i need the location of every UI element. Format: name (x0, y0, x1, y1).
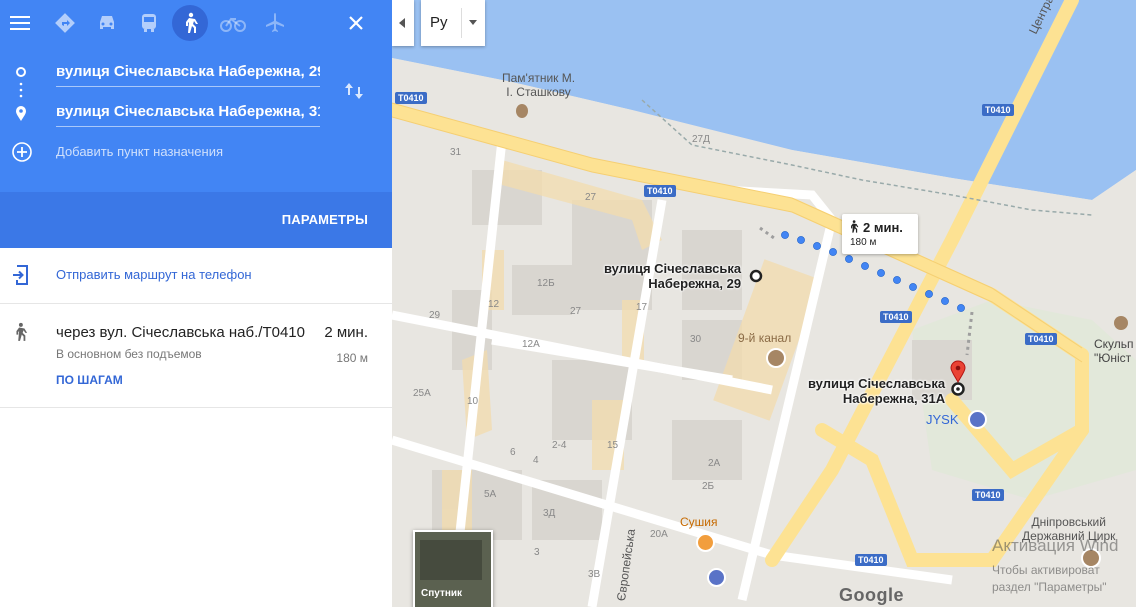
transit-icon[interactable] (131, 5, 167, 41)
send-to-phone-row[interactable]: Отправить маршрут на телефон (0, 248, 392, 304)
activation-watermark-line2: раздел "Параметры" (992, 580, 1107, 594)
house-number: 17 (636, 302, 648, 313)
shopping-icon-2[interactable] (707, 568, 726, 587)
directions-panel: вулиця Січеславська Набережна, 29, вулиц… (0, 0, 392, 607)
send-to-phone-icon (11, 264, 31, 291)
flight-icon[interactable] (257, 5, 293, 41)
walking-icon[interactable] (172, 5, 208, 41)
satellite-toggle[interactable]: Спутник (413, 530, 493, 607)
car-icon[interactable] (89, 5, 125, 41)
menu-icon[interactable] (2, 5, 38, 41)
walking-icon (12, 320, 28, 349)
sculpture-icon[interactable] (1114, 316, 1128, 330)
house-number: 27 (570, 306, 582, 317)
canal-label: 9-й канал (738, 331, 792, 345)
route-via: через вул. Січеславська наб./T0410 (56, 324, 305, 341)
house-number: 3 (534, 547, 540, 558)
language-switcher[interactable]: Ру (421, 0, 485, 46)
map-canvas[interactable]: Ру 2 мин. 180 м вулиця Січеславська Набе… (392, 0, 1136, 607)
activation-watermark-line1: Чтобы активироват (992, 563, 1100, 577)
house-number: 29 (429, 310, 441, 321)
jysk-label: JYSK (926, 412, 959, 427)
monument-icon[interactable] (516, 104, 528, 118)
house-number: 25А (413, 388, 431, 399)
house-number: 27 (585, 192, 597, 203)
origin-label: вулиця Січеславська Набережна, 29 (604, 261, 742, 291)
travel-mode-bar (0, 0, 392, 48)
house-number: 15 (607, 440, 619, 451)
house-number: 10 (467, 396, 479, 407)
monument-label: Пам'ятник М. І. Сташкову (502, 71, 576, 99)
route-distance: 180 м (336, 351, 368, 365)
house-number: 3В (588, 569, 601, 580)
route-note: В основном без подъемов (56, 347, 202, 361)
close-icon[interactable] (338, 5, 374, 41)
house-number: 12 (488, 299, 500, 310)
road-badge: T0410 (1025, 333, 1057, 345)
add-destination-icon[interactable] (11, 141, 33, 168)
directions-header: вулиця Січеславська Набережна, 29, вулиц… (0, 0, 392, 192)
options-button[interactable]: ПАРАМЕТРЫ (282, 212, 368, 227)
road-badge: T0410 (972, 489, 1004, 501)
destination-field[interactable]: вулиця Січеславська Набережна, 31А (56, 98, 320, 127)
road-badge: T0410 (880, 311, 912, 323)
house-number: 5А (484, 489, 497, 500)
house-number: 12А (522, 339, 540, 350)
best-route-icon[interactable] (47, 5, 83, 41)
house-number: 30 (690, 334, 702, 345)
house-number: 20А (650, 529, 668, 540)
origin-field[interactable]: вулиця Січеславська Набережна, 29, (56, 58, 320, 87)
bicycle-icon[interactable] (215, 5, 251, 41)
road-badge: T0410 (644, 185, 676, 197)
route-points-icon (16, 67, 26, 121)
add-destination-button[interactable]: Добавить пункт назначения (56, 144, 223, 159)
walking-icon (851, 220, 859, 233)
satellite-label: Спутник (421, 588, 463, 599)
road-badge: T0410 (395, 92, 427, 104)
shopping-icon[interactable] (968, 410, 987, 429)
road-badge: T0410 (982, 104, 1014, 116)
swap-icon[interactable] (343, 80, 365, 107)
step-by-step-link[interactable]: ПО ШАГАМ (56, 373, 123, 387)
house-number: 4 (533, 455, 539, 466)
house-number: 27Д (692, 134, 710, 145)
callout-distance: 180 м (850, 237, 877, 248)
house-number: 6 (510, 447, 516, 458)
route-duration: 2 мин. (324, 324, 368, 341)
callout-duration: 2 мин. (863, 220, 903, 235)
restaurant-icon[interactable] (696, 533, 715, 552)
house-number: 2Б (702, 481, 715, 492)
language-label: Ру (430, 14, 448, 31)
divider (461, 8, 462, 38)
cafe-label: Сушия (680, 515, 718, 529)
road-badge: T0410 (855, 554, 887, 566)
house-number: 12Б (537, 278, 555, 289)
chevron-down-icon (469, 20, 477, 25)
house-number: 31 (450, 147, 462, 158)
route-callout[interactable]: 2 мин. 180 м (842, 214, 918, 254)
google-logo: Google (839, 585, 904, 605)
house-number: 2А (708, 458, 721, 469)
send-to-phone-link[interactable]: Отправить маршрут на телефон (56, 267, 252, 282)
satellite-thumbnail (420, 540, 482, 580)
canal-icon[interactable] (766, 348, 786, 368)
sculpture-label: Скульп "Юніст (1094, 337, 1134, 365)
activation-watermark-title: Активация Wind (992, 536, 1119, 555)
collapse-panel-button[interactable] (392, 0, 414, 46)
destination-label: вулиця Січеславська Набережна, 31А (808, 376, 946, 406)
route-option[interactable]: через вул. Січеславська наб./T0410 2 мин… (0, 304, 392, 408)
house-number: 3Д (543, 508, 556, 519)
house-number: 2-4 (552, 440, 567, 451)
